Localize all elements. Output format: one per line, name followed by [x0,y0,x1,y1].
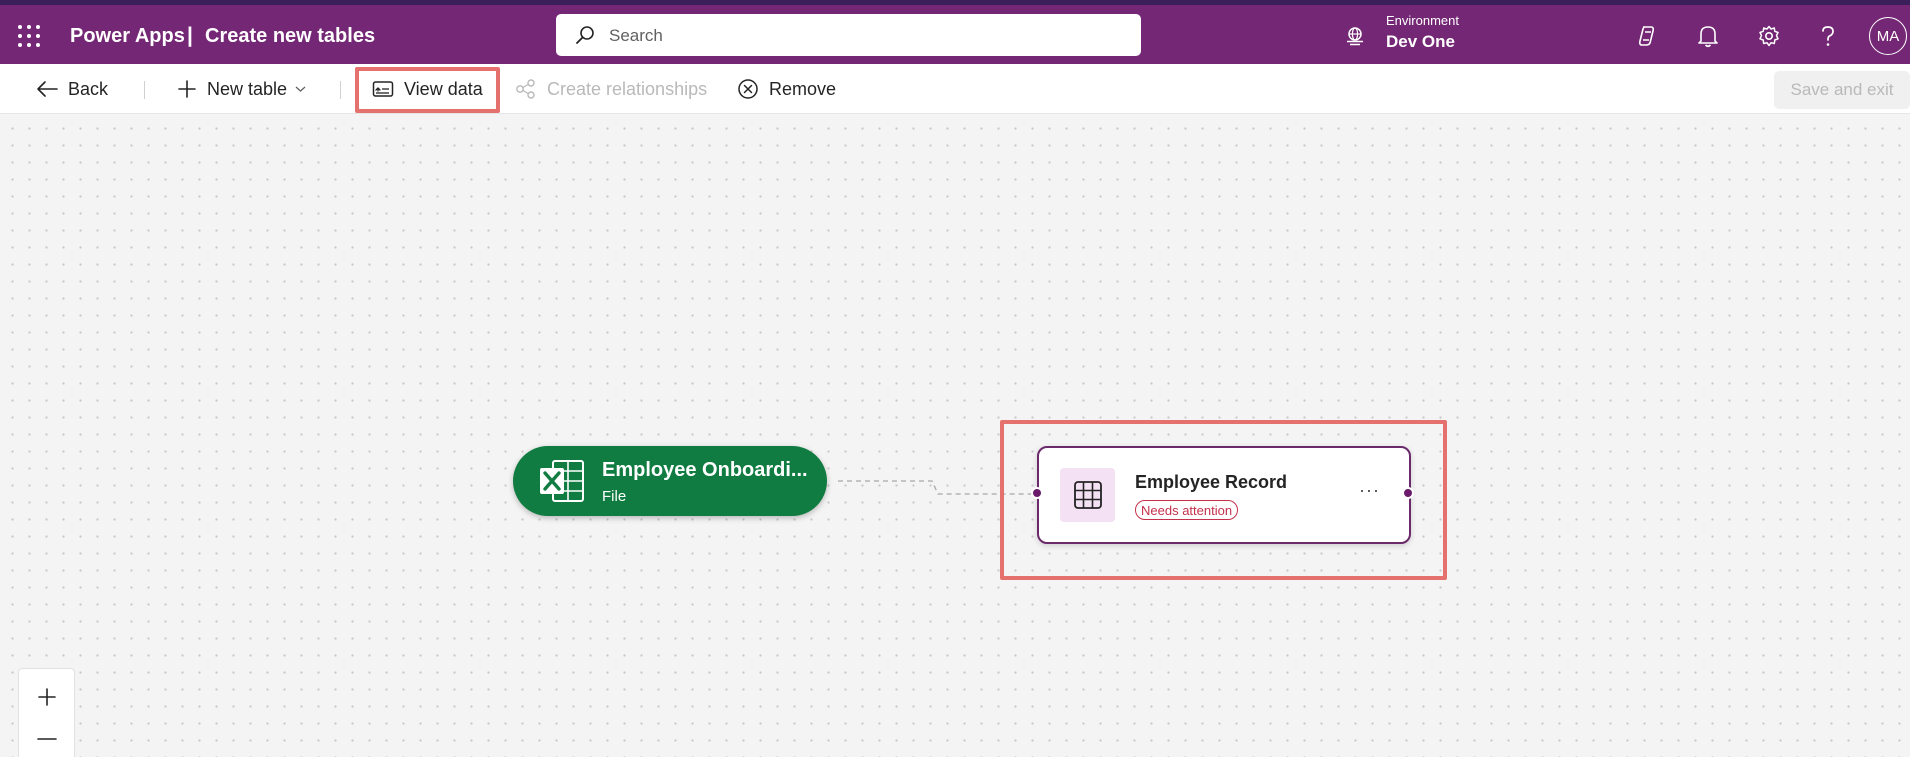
create-relationships-button[interactable]: Create relationships [515,77,707,101]
back-label: Back [68,78,109,99]
zoom-in-button[interactable] [19,678,74,716]
search-icon [576,26,594,44]
file-node-subtitle: File [602,488,627,505]
status-badge: Needs attention [1135,500,1239,520]
environment-selector[interactable]: Dev One [1386,32,1455,52]
arrow-left-icon [37,81,58,97]
top-header-bar: Power Apps | Create new tables Search En… [0,0,1910,64]
view-data-label: View data [404,78,483,99]
remove-label: Remove [769,78,837,99]
search-input[interactable]: Search [556,14,1141,56]
create-relationships-label: Create relationships [547,78,708,99]
chevron-down-icon [295,86,306,92]
table-grid-icon [1073,481,1102,509]
page-title: Create new tables [205,25,376,47]
zoom-controls [18,668,75,757]
environment-icon[interactable] [1344,25,1366,47]
avatar[interactable]: MA [1869,17,1907,55]
diagram-canvas[interactable] [0,114,1910,757]
view-data-button[interactable]: View data [372,77,483,101]
help-icon[interactable] [1815,23,1841,49]
divider [144,81,145,99]
copilot-icon[interactable] [1634,23,1660,49]
remove-button[interactable]: Remove [737,77,836,101]
new-table-label: New table [207,78,288,99]
save-and-exit-button[interactable]: Save and exit [1774,71,1910,109]
waffle-icon[interactable] [18,25,40,47]
app-name[interactable]: Power Apps [70,25,185,48]
command-bar: Back New table View data Create relation… [0,64,1910,114]
title-separator: | [187,24,193,47]
search-placeholder: Search [609,26,663,45]
left-connection-port[interactable] [1031,487,1043,499]
dismiss-circle-icon [738,79,758,99]
new-table-button[interactable]: New table [177,77,306,101]
minus-icon [36,738,57,740]
table-node[interactable]: Employee Record Needs attention ··· [1037,446,1411,544]
file-node[interactable]: Employee Onboardi... File [513,446,827,516]
relationship-icon [516,79,535,99]
divider [340,81,341,99]
zoom-out-button[interactable] [19,720,74,757]
table-icon-container [1060,468,1115,522]
environment-label: Environment [1386,13,1459,28]
right-connection-port[interactable] [1402,487,1414,499]
bell-icon[interactable] [1695,23,1721,49]
plus-icon [37,688,56,706]
plus-icon [178,80,196,98]
more-options-button[interactable]: ··· [1359,480,1380,501]
view-data-icon [372,81,394,97]
table-node-title: Employee Record [1135,472,1288,492]
file-node-title: Employee Onboardi... [602,459,808,481]
excel-icon [540,460,584,502]
back-button[interactable]: Back [36,77,108,101]
gear-icon[interactable] [1756,23,1782,49]
